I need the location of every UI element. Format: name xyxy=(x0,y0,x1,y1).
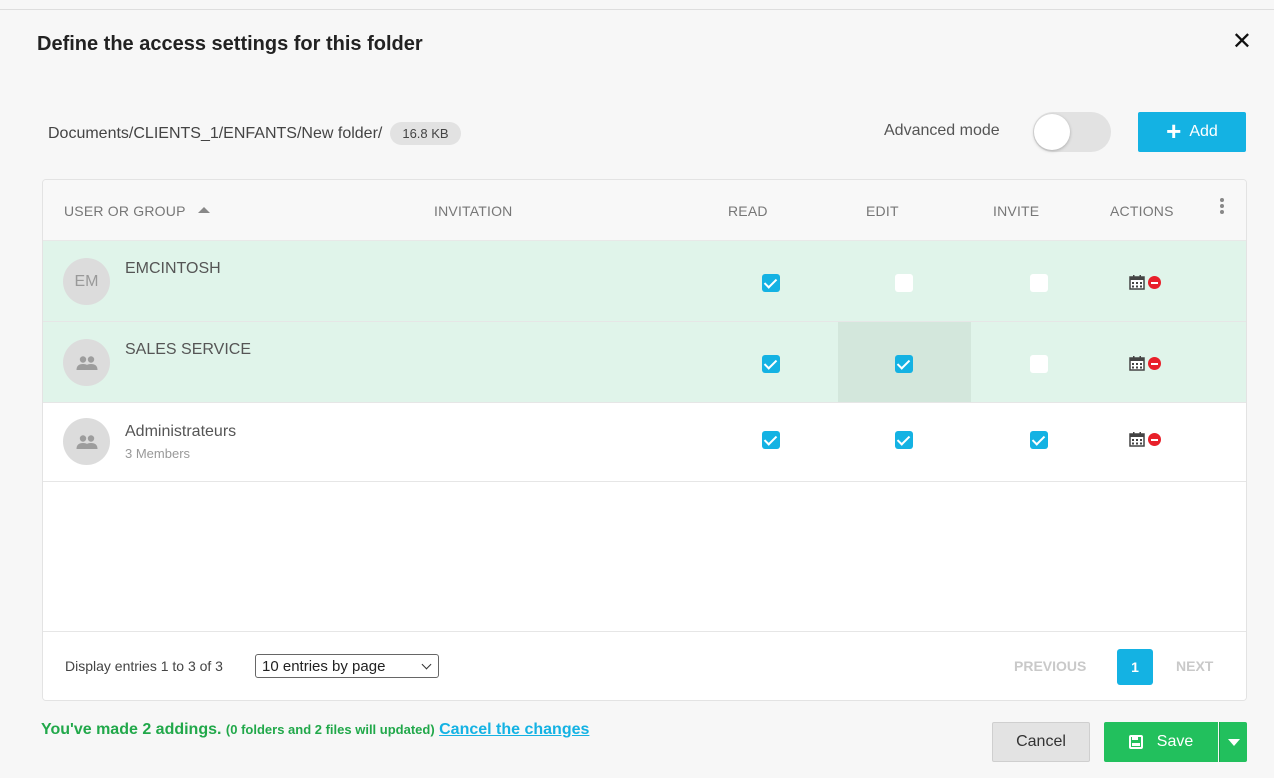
advanced-mode-toggle[interactable] xyxy=(1033,112,1111,152)
chevron-down-icon xyxy=(421,659,432,669)
calendar-icon[interactable] xyxy=(1129,432,1145,447)
column-edit: EDIT xyxy=(866,203,899,219)
row-actions xyxy=(1129,432,1161,447)
column-invitation: INVITATION xyxy=(434,203,513,219)
folder-path: Documents/CLIENTS_1/ENFANTS/New folder/ … xyxy=(48,122,461,145)
cancel-changes-link[interactable]: Cancel the changes xyxy=(439,721,589,738)
table-row: EM EMCINTOSH xyxy=(43,241,1246,322)
changes-detail: (0 folders and 2 files will updated) xyxy=(225,722,435,737)
column-invite: INVITE xyxy=(993,203,1040,219)
member-count: 3 Members xyxy=(125,446,191,461)
read-checkbox[interactable] xyxy=(762,274,780,292)
read-checkbox[interactable] xyxy=(762,355,780,373)
plus-icon: + xyxy=(1166,116,1182,146)
remove-icon[interactable] xyxy=(1148,357,1161,370)
group-icon xyxy=(76,355,97,370)
remove-icon[interactable] xyxy=(1148,276,1161,289)
add-button[interactable]: + Add xyxy=(1138,112,1246,152)
table-row: SALES SERVICE xyxy=(43,322,1246,403)
group-avatar xyxy=(63,418,110,465)
row-actions xyxy=(1129,275,1161,290)
sort-ascending-icon xyxy=(197,207,210,213)
table-footer: Display entries 1 to 3 of 3 10 entries b… xyxy=(43,631,1246,700)
page-1-button[interactable]: 1 xyxy=(1117,649,1153,685)
row-actions xyxy=(1129,356,1161,371)
save-icon xyxy=(1128,735,1143,749)
changes-message: You've made 2 addings. (0 folders and 2 … xyxy=(41,719,621,741)
save-button-label: Save xyxy=(1156,733,1194,750)
group-icon xyxy=(76,434,97,449)
calendar-icon[interactable] xyxy=(1129,275,1145,290)
previous-page-button[interactable]: PREVIOUS xyxy=(1014,658,1086,674)
column-options-icon[interactable] xyxy=(1220,198,1226,216)
save-options-dropdown[interactable] xyxy=(1219,722,1247,762)
edit-checkbox[interactable] xyxy=(895,355,913,373)
top-divider xyxy=(0,9,1274,10)
invite-checkbox[interactable] xyxy=(1030,355,1048,373)
page-size-select[interactable]: 10 entries by page xyxy=(255,654,439,678)
column-read: READ xyxy=(728,203,768,219)
edit-checkbox[interactable] xyxy=(895,431,913,449)
invite-checkbox[interactable] xyxy=(1030,431,1048,449)
calendar-icon[interactable] xyxy=(1129,356,1145,371)
avatar: EM xyxy=(63,258,110,305)
advanced-mode-label: Advanced mode xyxy=(884,122,1000,139)
cancel-button[interactable]: Cancel xyxy=(992,722,1090,762)
page-size-value: 10 entries by page xyxy=(262,657,386,675)
table-header: USER OR GROUP INVITATION READ EDIT INVIT… xyxy=(43,180,1246,241)
group-name: Administrateurs xyxy=(125,423,237,440)
entries-info: Display entries 1 to 3 of 3 xyxy=(65,658,223,674)
save-button[interactable]: Save xyxy=(1104,722,1218,762)
folder-path-text: Documents/CLIENTS_1/ENFANTS/New folder/ xyxy=(48,124,383,142)
dialog-title: Define the access settings for this fold… xyxy=(37,33,423,55)
changes-summary: You've made 2 addings. xyxy=(41,721,222,738)
group-avatar xyxy=(63,339,110,386)
read-checkbox[interactable] xyxy=(762,431,780,449)
invite-checkbox[interactable] xyxy=(1030,274,1048,292)
group-name: SALES SERVICE xyxy=(125,341,251,358)
toggle-knob xyxy=(1034,114,1070,150)
user-name: EMCINTOSH xyxy=(125,260,221,277)
column-user-label: USER OR GROUP xyxy=(64,203,186,219)
add-button-label: Add xyxy=(1189,123,1218,140)
next-page-button[interactable]: NEXT xyxy=(1176,658,1213,674)
column-actions: ACTIONS xyxy=(1110,203,1174,219)
folder-size-badge: 16.8 KB xyxy=(390,122,461,145)
column-user-or-group[interactable]: USER OR GROUP xyxy=(64,203,210,219)
edit-checkbox[interactable] xyxy=(895,274,913,292)
remove-icon[interactable] xyxy=(1148,433,1161,446)
table-row: Administrateurs 3 Members xyxy=(43,403,1246,482)
permissions-table: USER OR GROUP INVITATION READ EDIT INVIT… xyxy=(42,179,1247,701)
close-icon[interactable]: ✕ xyxy=(1232,30,1252,54)
